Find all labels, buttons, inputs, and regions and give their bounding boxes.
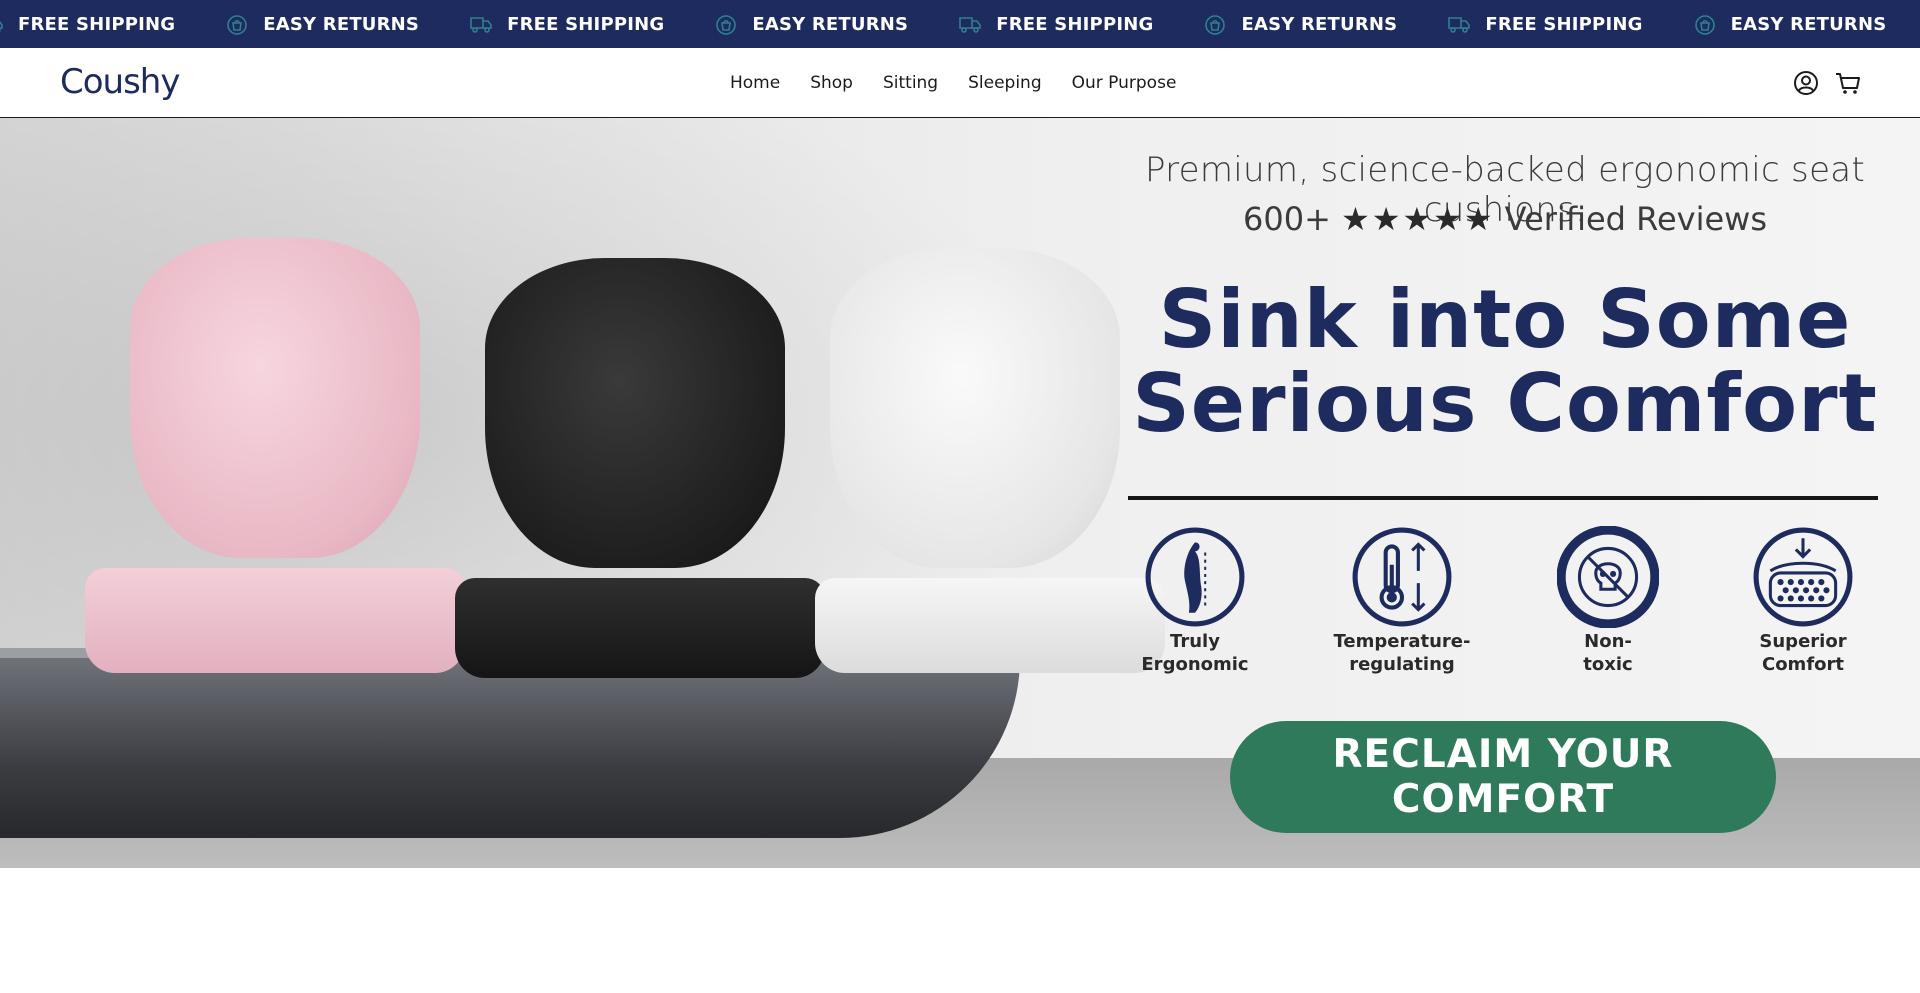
announcement-text: EASY RETURNS — [263, 13, 420, 35]
announcement-text: FREE SHIPPING — [1485, 13, 1643, 35]
reviews-line: 600+ ★★★★★ Verified Reviews — [1090, 200, 1920, 238]
nav-sleeping[interactable]: Sleeping — [968, 73, 1042, 93]
announcement-text: EASY RETURNS — [1730, 13, 1887, 35]
reviews-count: 600+ — [1243, 200, 1331, 238]
feature-temperature-line1: Temperature- — [1333, 631, 1471, 652]
no-toxic-skull-icon — [1557, 526, 1659, 628]
foam-comfort-icon — [1753, 527, 1853, 627]
nav-sitting[interactable]: Sitting — [883, 73, 938, 93]
thermometer-icon — [1352, 527, 1452, 627]
hero-copy: Premium, science-backed ergonomic seat c… — [1090, 118, 1920, 868]
announcement-item: FREE SHIPPING — [0, 12, 175, 36]
feature-nontoxic-line1: Non- — [1584, 631, 1632, 652]
announcement-item: EASY RETURNS — [225, 12, 419, 36]
announcement-text: FREE SHIPPING — [996, 13, 1154, 35]
announcement-text: EASY RETURNS — [752, 13, 909, 35]
site-header: Coushy Home Shop Sitting Sleeping Our Pu… — [0, 48, 1920, 118]
bag-icon — [714, 12, 738, 36]
announcement-track: FREE SHIPPING EASY RETURNS FREE SHIPPING EA… — [0, 0, 1920, 48]
announcement-item: EASY RETURNS — [1203, 12, 1397, 36]
truck-icon — [958, 12, 982, 36]
feature-nontoxic: Non- toxic — [1528, 526, 1688, 676]
announcement-item: EASY RETURNS — [714, 12, 908, 36]
truck-icon — [1447, 12, 1471, 36]
bag-icon — [1203, 12, 1227, 36]
hero-divider — [1128, 496, 1878, 500]
feature-comfort-line2: Comfort — [1761, 654, 1844, 675]
truck-icon — [0, 12, 4, 36]
account-icon[interactable] — [1792, 69, 1820, 97]
bench — [0, 658, 1020, 838]
announcement-item: FREE SHIPPING — [1447, 12, 1642, 36]
truck-icon — [469, 12, 493, 36]
header-icons — [1778, 69, 1862, 97]
feature-comfort: Superior Comfort — [1723, 526, 1883, 676]
posture-spine-icon — [1145, 527, 1245, 627]
logo[interactable]: Coushy — [60, 60, 180, 104]
announcement-text: FREE SHIPPING — [18, 13, 176, 35]
headline-line2: Serious Comfort — [1132, 357, 1878, 450]
hero-banner[interactable]: Premium, science-backed ergonomic seat c… — [0, 118, 1920, 868]
headline-line1: Sink into Some — [1158, 273, 1852, 366]
feature-ergonomic: Truly Ergonomic — [1115, 526, 1275, 676]
reclaim-comfort-button[interactable]: RECLAIM YOUR COMFORT — [1230, 721, 1776, 833]
feature-ergonomic-line2: Ergonomic — [1141, 654, 1249, 675]
nav-our-purpose[interactable]: Our Purpose — [1072, 73, 1177, 93]
feature-temperature: Temperature- regulating — [1322, 526, 1482, 676]
nav-home[interactable]: Home — [730, 73, 780, 93]
announcement-text: EASY RETURNS — [1241, 13, 1398, 35]
logo-text: Coushy — [60, 62, 180, 102]
announcement-item: FREE SHIPPING — [958, 12, 1153, 36]
rating-stars: ★★★★★ — [1341, 200, 1495, 238]
announcement-text: FREE SHIPPING — [507, 13, 665, 35]
hero-headline: Sink into Some Serious Comfort — [1090, 278, 1920, 446]
feature-temperature-line2: regulating — [1349, 654, 1455, 675]
feature-comfort-line1: Superior — [1759, 631, 1847, 652]
announcement-item: FREE SHIPPING — [469, 12, 664, 36]
main-nav: Home Shop Sitting Sleeping Our Purpose — [730, 48, 1206, 118]
cart-icon[interactable] — [1834, 69, 1862, 97]
bag-icon — [225, 12, 249, 36]
nav-shop[interactable]: Shop — [810, 73, 853, 93]
announcement-bar: FREE SHIPPING EASY RETURNS FREE SHIPPING EA… — [0, 0, 1920, 48]
feature-ergonomic-line1: Truly — [1170, 631, 1220, 652]
bag-icon — [1693, 12, 1717, 36]
feature-nontoxic-line2: toxic — [1583, 654, 1633, 675]
announcement-item: EASY RETURNS — [1693, 12, 1887, 36]
reviews-label: Verified Reviews — [1504, 200, 1767, 238]
feature-list: Truly Ergonomic Temperature- regulating — [1090, 526, 1920, 676]
